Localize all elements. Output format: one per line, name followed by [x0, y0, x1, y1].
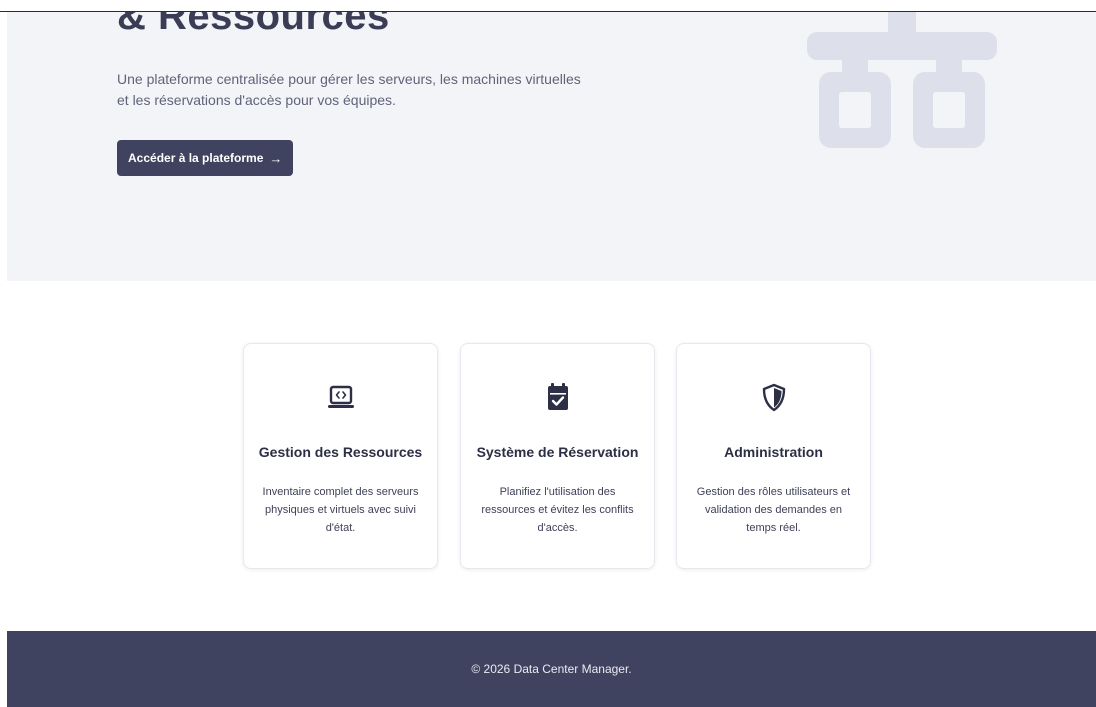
footer: © 2026 Data Center Manager. [7, 631, 1096, 707]
feature-description: Inventaire complet des serveurs physique… [262, 486, 419, 534]
feature-card-reservation: Système de Réservation Planifiez l'utili… [460, 343, 655, 569]
footer-copyright: © 2026 Data Center Manager. [471, 662, 632, 676]
feature-card-administration: Administration Gestion des rôles utilisa… [676, 343, 871, 569]
feature-card-resources: Gestion des Ressources Inventaire comple… [243, 343, 438, 569]
laptop-code-icon [328, 385, 354, 408]
feature-title: Administration [724, 444, 823, 460]
feature-description: Gestion des rôles utilisateurs et valida… [696, 486, 851, 534]
access-platform-button[interactable]: Accéder à la plateforme → [117, 140, 294, 176]
shield-icon [762, 383, 786, 412]
feature-title: Gestion des Ressources [258, 444, 423, 460]
feature-title: Système de Réservation [476, 444, 639, 460]
feature-description: Planifiez l'utilisation des ressources e… [481, 486, 634, 534]
access-platform-label: Accéder à la plateforme [128, 151, 264, 165]
hero-description: Une plateforme centralisée pour gérer le… [117, 71, 581, 108]
arrow-right-icon: → [269, 150, 283, 166]
hero-section: & Ressources Une plateforme centralisée … [7, 12, 1096, 281]
network-icon [807, 12, 997, 148]
hero-title: & Ressources [117, 12, 390, 38]
calendar-check-icon [548, 383, 568, 410]
